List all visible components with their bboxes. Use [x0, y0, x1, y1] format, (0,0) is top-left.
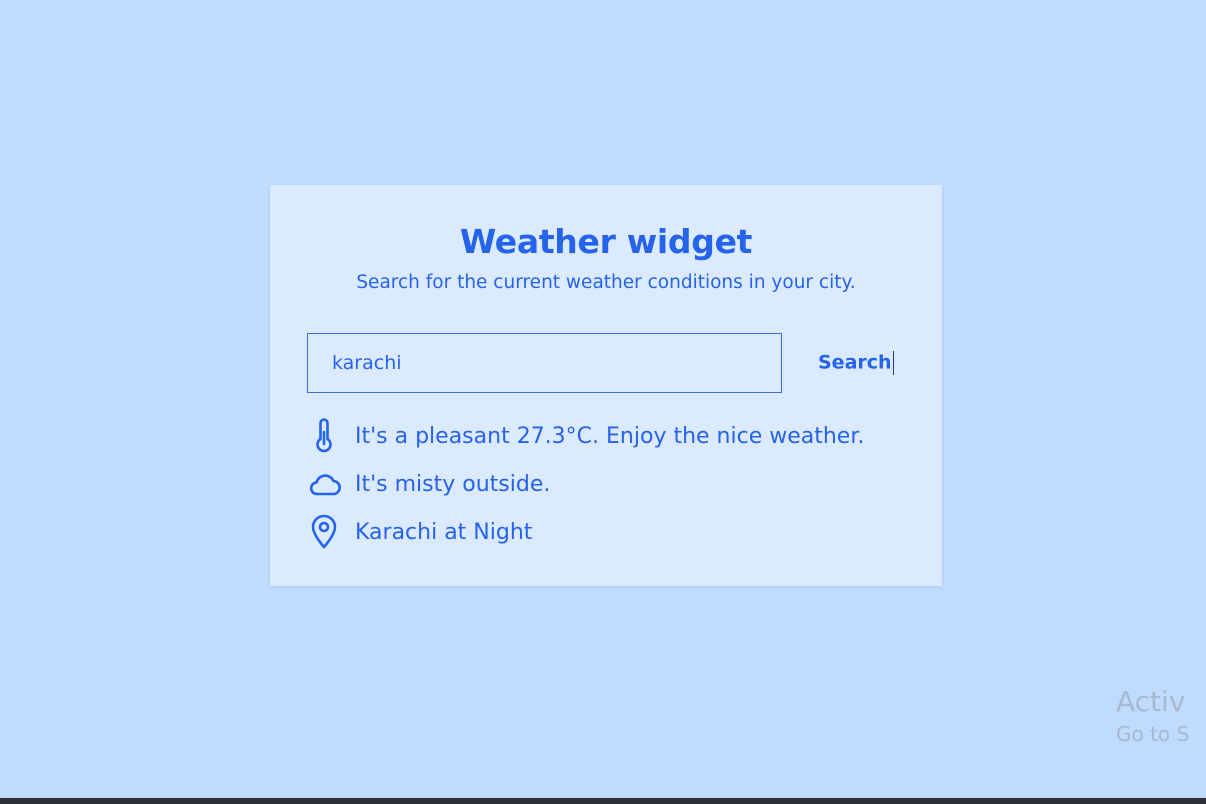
temperature-row: It's a pleasant 27.3°C. Enjoy the nice w… — [306, 416, 864, 456]
weather-widget-card: Weather widget Search for the current we… — [270, 185, 942, 586]
taskbar-edge — [0, 798, 1206, 804]
location-row: Karachi at Night — [306, 512, 532, 552]
location-text: Karachi at Night — [355, 519, 533, 545]
search-button[interactable]: Search — [810, 333, 902, 393]
cloud-icon — [306, 466, 342, 502]
condition-row: It's misty outside. — [306, 464, 550, 504]
watermark-line-2: Go to S — [1116, 722, 1190, 746]
widget-subtitle: Search for the current weather condition… — [356, 272, 856, 293]
watermark-line-1: Activ — [1116, 685, 1186, 718]
city-search-input[interactable] — [307, 333, 782, 393]
condition-text: It's misty outside. — [355, 471, 551, 497]
activation-watermark: Activ Go to S — [1116, 685, 1189, 746]
widget-title: Weather widget — [459, 222, 753, 261]
text-caret — [892, 351, 894, 375]
map-pin-icon — [306, 514, 342, 550]
thermometer-icon — [306, 418, 342, 454]
temperature-text: It's a pleasant 27.3°C. Enjoy the nice w… — [355, 423, 865, 449]
search-button-label: Search — [818, 351, 892, 374]
